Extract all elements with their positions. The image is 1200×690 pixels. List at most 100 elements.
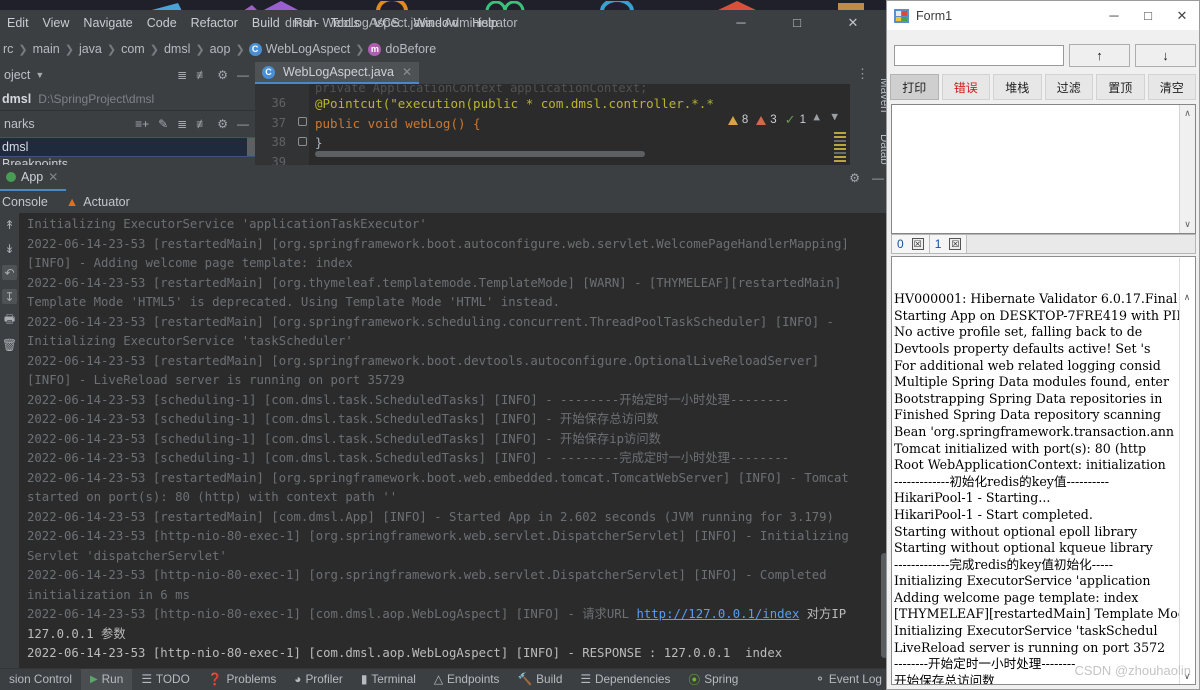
rerun-up-icon[interactable]: ↟ xyxy=(2,217,17,232)
form1-log-scrollbar[interactable]: ∧ ∨ xyxy=(1179,258,1194,684)
breadcrumb-item-com[interactable]: com xyxy=(120,42,146,56)
hide-panel-icon[interactable]: — xyxy=(237,68,249,82)
code-text: } xyxy=(315,135,323,150)
status-label: Endpoints xyxy=(446,672,500,686)
tab-0-label: 0 xyxy=(897,237,904,251)
detail-scrollbar[interactable]: ∧ ∨ xyxy=(1179,105,1195,233)
method-icon: m xyxy=(368,42,382,56)
close-button[interactable]: ✕ xyxy=(838,10,868,36)
console-output[interactable]: Initializing ExecutorService 'applicatio… xyxy=(19,213,876,668)
nav-down-button[interactable]: ↓ xyxy=(1135,44,1196,67)
scroll-down-icon[interactable]: ∨ xyxy=(1180,216,1195,233)
bookmarks-selected-item[interactable]: dmsl xyxy=(0,137,255,157)
form1-log-list[interactable]: HV000001: Hibernate Validator 6.0.17.Fin… xyxy=(891,256,1196,685)
gear-icon[interactable]: ⚙ xyxy=(217,68,228,82)
expand-all-icon[interactable]: ≣ xyxy=(177,117,187,131)
project-panel-header: oject ▼ ≣ ≢ ⚙ — xyxy=(0,62,255,88)
tool-window-maven[interactable]: Maven xyxy=(850,78,890,113)
status-terminal[interactable]: ▮ Terminal xyxy=(352,668,425,690)
gear-icon[interactable]: ⚙ xyxy=(849,171,860,185)
warning-count: 8 xyxy=(741,114,749,126)
inspection-widget[interactable]: 8 3 ✓ 1 xyxy=(727,112,806,128)
form1-maximize-button[interactable]: □ xyxy=(1131,1,1165,30)
print-button[interactable]: 打印 xyxy=(890,74,939,100)
error-stripe-markers[interactable] xyxy=(834,130,846,164)
tab-0-close-icon[interactable]: ☒ xyxy=(911,238,924,250)
soft-wrap-icon[interactable]: ↶ xyxy=(2,265,17,280)
breadcrumb-item-src[interactable]: rc xyxy=(2,42,14,56)
print-icon[interactable]: 🖶 xyxy=(2,312,17,328)
fold-marker-close-icon[interactable] xyxy=(298,137,307,146)
editor-horizontal-scrollbar[interactable] xyxy=(315,151,645,157)
nav-up-button[interactable]: ↑ xyxy=(1069,44,1130,67)
clear-button[interactable]: 清空 xyxy=(1147,74,1196,100)
subtab-actuator[interactable]: ▲ Actuator xyxy=(66,195,130,209)
status-dependencies[interactable]: ☰ Dependencies xyxy=(571,668,679,690)
pin-top-button[interactable]: 置顶 xyxy=(1096,74,1145,100)
status-build[interactable]: 🔨 Build xyxy=(508,668,571,690)
menu-item-navigate[interactable]: Navigate xyxy=(76,10,139,36)
rerun-down-icon[interactable]: ↡ xyxy=(2,241,17,256)
maximize-button[interactable]: □ xyxy=(782,10,812,36)
filter-button[interactable]: 过滤 xyxy=(1044,74,1093,100)
log-line: For additional web related logging consi… xyxy=(894,357,1161,373)
collapse-all-icon[interactable]: ≢ xyxy=(196,117,208,131)
expand-all-icon[interactable]: ≣ xyxy=(177,68,187,82)
breadcrumb-item-method[interactable]: doBefore xyxy=(384,42,437,56)
breadcrumb-item-class[interactable]: WebLogAspect xyxy=(265,42,352,56)
minimize-button[interactable]: ─ xyxy=(726,10,756,36)
hide-panel-icon[interactable]: — xyxy=(237,117,249,131)
fold-marker-open-icon[interactable] xyxy=(298,117,307,126)
subtab-console[interactable]: Console xyxy=(2,195,48,209)
edit-icon[interactable]: ✎ xyxy=(158,117,168,131)
tab-0[interactable]: 0 ☒ xyxy=(892,235,930,253)
add-bookmark-icon[interactable]: ≡+ xyxy=(135,117,149,131)
status-problems[interactable]: ❓ Problems xyxy=(199,668,286,690)
scroll-to-end-icon[interactable]: ↧ xyxy=(2,289,17,304)
hide-panel-icon[interactable]: — xyxy=(872,171,884,185)
breadcrumb-item-dmsl[interactable]: dmsl xyxy=(163,42,191,56)
menu-item-edit[interactable]: Edit xyxy=(0,10,36,36)
error-button[interactable]: 错误 xyxy=(941,74,990,100)
status-todo[interactable]: ☰ TODO xyxy=(132,668,198,690)
clear-all-icon[interactable]: 🗑 xyxy=(2,337,17,352)
log-line: Bean 'org.springframework.transaction.an… xyxy=(894,423,1175,439)
form1-action-buttons: 打印 错误 堆栈 过滤 置顶 清空 xyxy=(890,74,1196,100)
scroll-up-icon[interactable]: ∧ xyxy=(1180,105,1195,122)
chevron-down-icon[interactable]: ▼ xyxy=(35,70,44,80)
console-url-link[interactable]: http://127.0.0.1/index xyxy=(636,607,799,621)
project-root-row[interactable]: dmsl D:\SpringProject\dmsl xyxy=(0,88,255,110)
close-icon[interactable]: ✕ xyxy=(48,170,58,184)
status-version-control[interactable]: sion Control xyxy=(0,668,81,690)
panel-scrollbar[interactable] xyxy=(247,138,255,156)
stack-button[interactable]: 堆栈 xyxy=(993,74,1042,100)
form1-close-button[interactable]: ✕ xyxy=(1165,1,1199,30)
menu-item-view[interactable]: View xyxy=(36,10,77,36)
detail-text-area[interactable]: ∧ ∨ xyxy=(891,104,1196,234)
status-spring[interactable]: ⦿ Spring xyxy=(679,668,747,690)
collapse-all-icon[interactable]: ≢ xyxy=(196,68,208,82)
close-icon[interactable]: ✕ xyxy=(402,65,412,79)
window-title: dmsl - WebLogAspect.java - Administrator xyxy=(285,16,518,30)
form1-title: Form1 xyxy=(916,8,953,23)
tab-1-close-icon[interactable]: ☒ xyxy=(949,238,962,250)
breadcrumb-item-java[interactable]: java xyxy=(78,42,103,56)
menu-item-refactor[interactable]: Refactor xyxy=(184,10,245,36)
search-input[interactable] xyxy=(894,45,1064,66)
form1-minimize-button[interactable]: ─ xyxy=(1097,1,1131,30)
tab-1[interactable]: 1 ☒ xyxy=(929,235,968,253)
menu-item-build[interactable]: Build xyxy=(245,10,287,36)
status-event-log[interactable]: ⚬ Event Log xyxy=(815,672,882,686)
inspection-nav-down-icon[interactable]: ▼ xyxy=(831,110,838,123)
inspection-nav-up-icon[interactable]: ▲ xyxy=(813,110,820,123)
editor-tab-weblogaspect[interactable]: C WebLogAspect.java ✕ xyxy=(255,62,420,84)
gear-icon[interactable]: ⚙ xyxy=(217,117,228,131)
status-endpoints[interactable]: △ Endpoints xyxy=(425,668,509,690)
status-run[interactable]: ▶ Run xyxy=(80,668,133,690)
run-tab-app[interactable]: App ✕ xyxy=(0,165,67,191)
breadcrumb-item-main[interactable]: main xyxy=(32,42,61,56)
status-profiler[interactable]: ◕ Profiler xyxy=(285,668,352,690)
menu-item-code[interactable]: Code xyxy=(140,10,184,36)
breadcrumb-item-aop[interactable]: aop xyxy=(209,42,232,56)
log-scroll-up-icon[interactable]: ∧ xyxy=(1180,291,1194,306)
